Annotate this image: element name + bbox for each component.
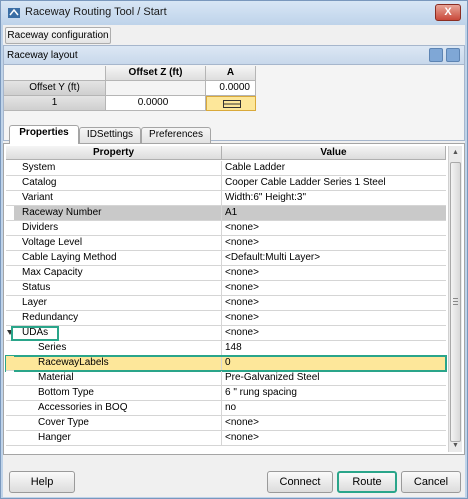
property-name: Series: [14, 341, 222, 356]
close-button[interactable]: X: [435, 4, 461, 21]
property-row-catalog[interactable]: Catalog Cooper Cable Ladder Series 1 Stee…: [6, 176, 446, 191]
property-row-layer[interactable]: Layer <none>: [6, 296, 446, 311]
scroll-down-arrow-icon[interactable]: ▼: [449, 439, 462, 452]
property-row-cover-type[interactable]: Cover Type <none>: [6, 416, 446, 431]
property-row-accessories-in-boq[interactable]: Accessories in BOQ no: [6, 401, 446, 416]
grid-corner: [4, 66, 106, 81]
property-name: Variant: [14, 191, 222, 206]
property-value[interactable]: Width:6" Height:3": [222, 191, 446, 206]
tab-strip: Properties IDSettings Preferences: [3, 125, 465, 144]
property-row-cable-laying-method[interactable]: Cable Laying Method <Default:Multi Layer>: [6, 251, 446, 266]
property-name: RacewayLabels: [14, 356, 222, 371]
property-row-redundancy[interactable]: Redundancy <none>: [6, 311, 446, 326]
property-value[interactable]: <none>: [222, 416, 446, 431]
grip-line: [453, 298, 458, 299]
property-value[interactable]: Pre-Galvanized Steel: [222, 371, 446, 386]
cancel-button[interactable]: Cancel: [401, 471, 461, 493]
property-row-hanger[interactable]: Hanger <none>: [6, 431, 446, 446]
property-row-system[interactable]: System Cable Ladder: [6, 161, 446, 176]
scroll-up-arrow-icon[interactable]: ▲: [449, 146, 462, 159]
property-row-raceway-number[interactable]: Raceway Number A1: [6, 206, 446, 221]
row-1-label: 1: [4, 96, 106, 111]
property-name: Cable Laying Method: [14, 251, 222, 266]
raceway-configuration-button[interactable]: Raceway configuration: [5, 27, 111, 44]
raceway-layout-title: Raceway layout: [7, 50, 78, 61]
connect-button[interactable]: Connect: [267, 471, 333, 493]
property-value[interactable]: no: [222, 401, 446, 416]
app-icon: [8, 8, 20, 18]
property-row-material[interactable]: Material Pre-Galvanized Steel: [6, 371, 446, 386]
offset-y-value[interactable]: 0.0000: [206, 81, 256, 96]
raceway-layout-header: Raceway layout: [4, 46, 464, 65]
filter-icon[interactable]: [429, 48, 443, 62]
property-value[interactable]: A1: [222, 206, 446, 221]
tab-idsettings[interactable]: IDSettings: [79, 127, 141, 143]
property-name: Raceway Number: [14, 206, 222, 221]
property-value[interactable]: 148: [222, 341, 446, 356]
tab-preferences[interactable]: Preferences: [141, 127, 211, 143]
property-row-status[interactable]: Status <none>: [6, 281, 446, 296]
property-row-max-capacity[interactable]: Max Capacity <none>: [6, 266, 446, 281]
property-name: Redundancy: [14, 311, 222, 326]
property-name: Voltage Level: [14, 236, 222, 251]
property-value[interactable]: <none>: [222, 311, 446, 326]
help-button[interactable]: Help: [9, 471, 75, 493]
property-value[interactable]: Cable Ladder: [222, 161, 446, 176]
grip-line: [453, 301, 458, 302]
property-name: Catalog: [14, 176, 222, 191]
udas-highlight-box: [11, 326, 59, 341]
window-title: Raceway Routing Tool / Start: [25, 6, 167, 18]
vertical-scrollbar[interactable]: ▲ ▼: [448, 146, 462, 452]
offset-z-header: Offset Z (ft): [106, 66, 206, 81]
property-value[interactable]: <none>: [222, 221, 446, 236]
property-name: Dividers: [14, 221, 222, 236]
property-value[interactable]: <none>: [222, 236, 446, 251]
property-name: Hanger: [14, 431, 222, 446]
property-row-dividers[interactable]: Dividers <none>: [6, 221, 446, 236]
column-a-header: A: [206, 66, 256, 81]
property-row-bottom-type[interactable]: Bottom Type 6 " rung spacing: [6, 386, 446, 401]
property-name: System: [14, 161, 222, 176]
property-column-header: Property: [6, 146, 222, 160]
property-name: Max Capacity: [14, 266, 222, 281]
raceway-a1-cell[interactable]: [206, 96, 256, 111]
expand-icon[interactable]: [446, 48, 460, 62]
row-1-offset-z-value[interactable]: 0.0000: [106, 96, 206, 111]
ladder-icon: [223, 100, 241, 108]
property-row-variant[interactable]: Variant Width:6" Height:3": [6, 191, 446, 206]
route-button[interactable]: Route: [337, 471, 397, 493]
property-row-udas[interactable]: UDAs <none>: [6, 326, 446, 341]
properties-header: Property Value: [6, 146, 446, 160]
property-value[interactable]: <none>: [222, 296, 446, 311]
raceway-routing-window: Raceway Routing Tool / Start X Raceway c…: [0, 0, 468, 499]
property-value[interactable]: <Default:Multi Layer>: [222, 251, 446, 266]
tab-properties[interactable]: Properties: [9, 125, 79, 144]
property-value[interactable]: <none>: [222, 326, 446, 341]
empty-cell: [106, 81, 206, 96]
offset-y-label: Offset Y (ft): [4, 81, 106, 96]
property-name: Layer: [14, 296, 222, 311]
property-value[interactable]: <none>: [222, 431, 446, 446]
property-name: Accessories in BOQ: [14, 401, 222, 416]
value-column-header: Value: [222, 146, 446, 160]
property-name: Material: [14, 371, 222, 386]
property-name: Bottom Type: [14, 386, 222, 401]
property-value[interactable]: Cooper Cable Ladder Series 1 Steel: [222, 176, 446, 191]
property-value[interactable]: <none>: [222, 281, 446, 296]
properties-grid: Property Value System Cable Ladder Catalo…: [3, 143, 465, 455]
property-value[interactable]: 6 " rung spacing: [222, 386, 446, 401]
client-area: Raceway configuration Raceway layout Off…: [3, 25, 465, 497]
property-row-raceway-labels[interactable]: RacewayLabels 0: [5, 355, 447, 372]
property-row-series[interactable]: Series 148: [6, 341, 446, 356]
property-row-voltage-level[interactable]: Voltage Level <none>: [6, 236, 446, 251]
scroll-thumb[interactable]: [450, 162, 461, 442]
property-name: Cover Type: [14, 416, 222, 431]
grip-line: [453, 304, 458, 305]
title-bar: Raceway Routing Tool / Start X: [1, 1, 467, 25]
property-name: Status: [14, 281, 222, 296]
property-value[interactable]: 0: [222, 356, 446, 371]
property-value[interactable]: <none>: [222, 266, 446, 281]
